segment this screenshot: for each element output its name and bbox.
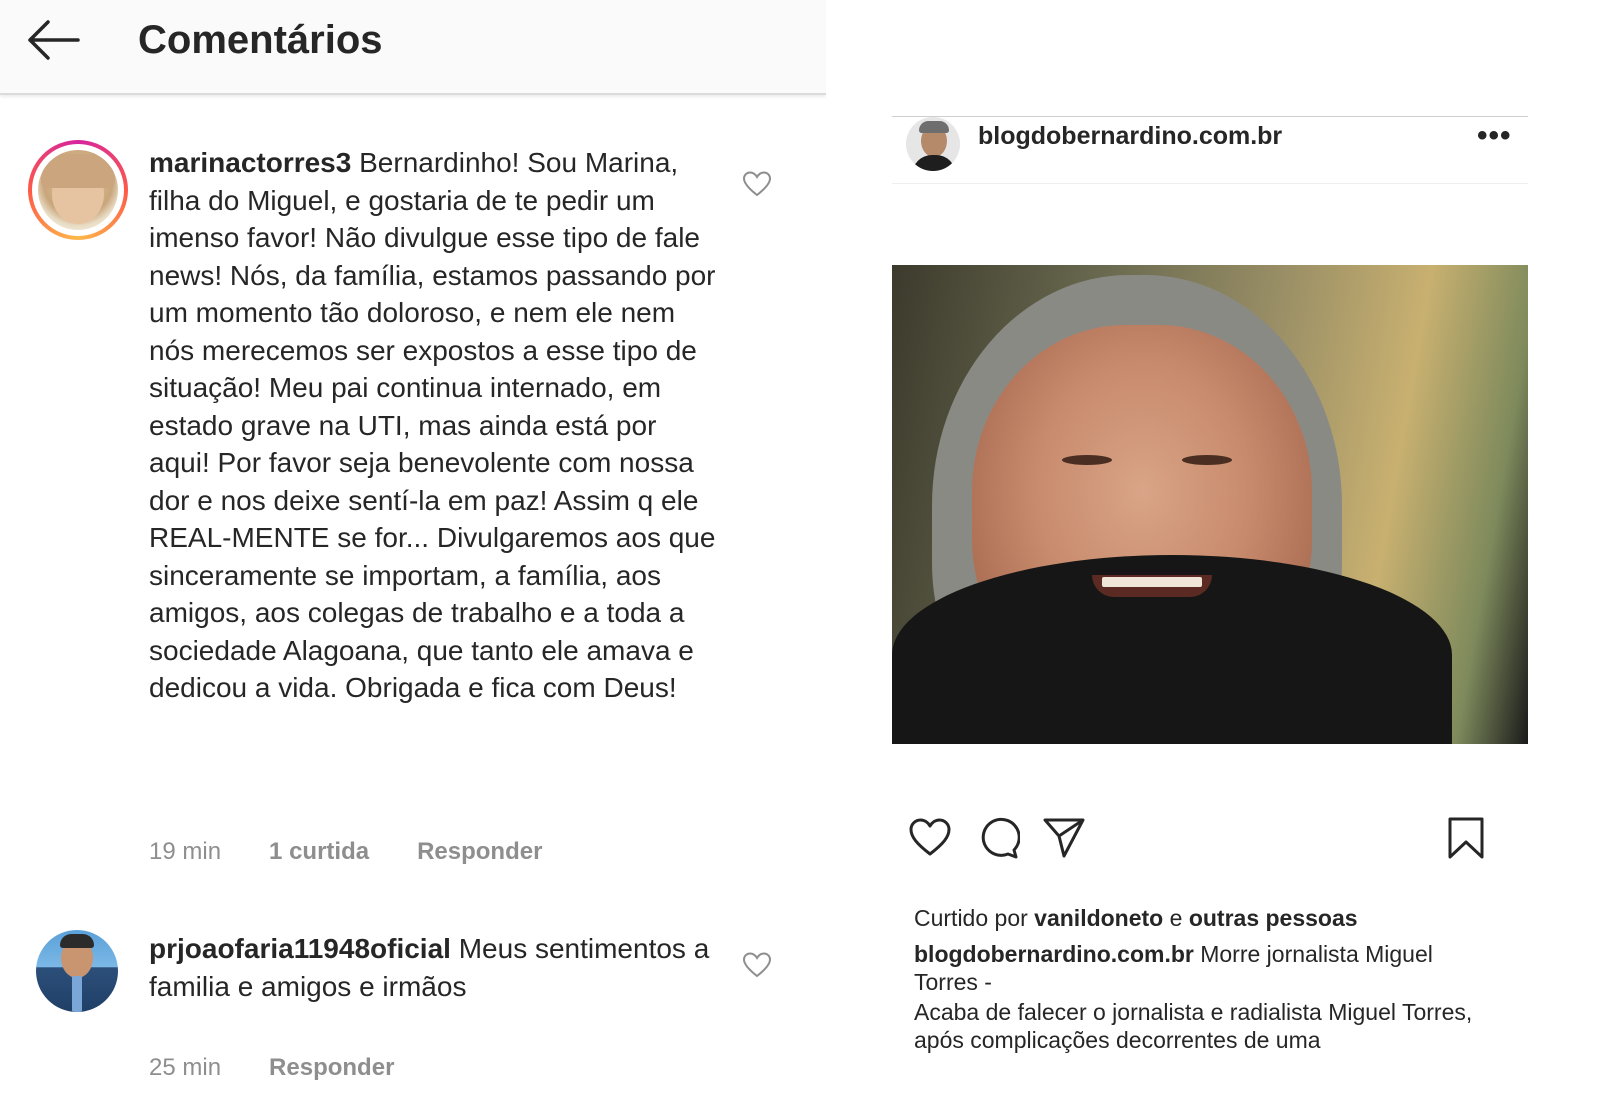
comment-time: 19 min	[149, 838, 222, 865]
post-username[interactable]: blogdobernardino.com.br	[978, 122, 1282, 151]
share-button[interactable]	[1042, 816, 1086, 860]
comment-username[interactable]: prjoaofaria11948oficial	[149, 933, 451, 964]
avatar[interactable]	[36, 930, 118, 1012]
more-icon[interactable]: •••	[1477, 119, 1512, 153]
heart-icon	[742, 171, 772, 197]
post-header: blogdobernardino.com.br •••	[892, 116, 1528, 184]
post: blogdobernardino.com.br ••• Curtido por …	[892, 116, 1528, 1076]
comment-time: 25 min	[149, 1054, 222, 1081]
post-actions	[892, 816, 1528, 868]
reply-button[interactable]: Responder	[269, 1054, 394, 1082]
likes-prefix: Curtido por	[914, 905, 1028, 931]
comment-like-button[interactable]	[742, 951, 772, 979]
comment-text: prjoaofaria11948oficial Meus sentimentos…	[149, 930, 724, 1005]
bookmark-icon	[1448, 817, 1484, 859]
caption-text: Acaba de falecer o jornalista e radialis…	[914, 999, 1473, 1053]
post-panel: blogdobernardino.com.br ••• Curtido por …	[826, 0, 1600, 1096]
likes-connector: e	[1169, 905, 1183, 931]
post-caption: blogdobernardino.com.br Morre jornalista…	[914, 940, 1494, 1054]
liked-by-user[interactable]: vanildoneto	[1034, 905, 1163, 931]
comment-meta: 19 min 1 curtida Responder	[149, 838, 590, 866]
comment-likes[interactable]: 1 curtida	[269, 838, 369, 866]
heart-icon	[742, 952, 772, 978]
share-icon	[1043, 818, 1085, 858]
arrow-left-icon	[28, 20, 80, 60]
comment-text: marinactorres3 Bernardinho! Sou Marina, …	[149, 144, 724, 707]
caption-username[interactable]: blogdobernardino.com.br	[914, 941, 1194, 967]
bookmark-button[interactable]	[1444, 816, 1488, 860]
comment-like-button[interactable]	[742, 170, 772, 198]
comment-icon	[981, 817, 1021, 859]
comment-button[interactable]	[976, 816, 1021, 860]
back-button[interactable]	[24, 16, 84, 66]
avatar[interactable]	[906, 117, 960, 171]
comment-content: Bernardinho! Sou Marina, filha do Miguel…	[149, 147, 716, 703]
post-photo[interactable]	[892, 265, 1528, 744]
page-title: Comentários	[138, 18, 383, 62]
comment-meta: 25 min Responder	[149, 1054, 442, 1082]
comments-header: Comentários	[0, 0, 826, 95]
reply-button[interactable]: Responder	[417, 838, 542, 866]
likes-summary: Curtido por vanildoneto e outras pessoas	[914, 905, 1358, 932]
like-button[interactable]	[908, 816, 952, 860]
comment-username[interactable]: marinactorres3	[149, 147, 351, 178]
comments-panel: Comentários marinactorres3 Bernardinho! …	[0, 0, 826, 1096]
heart-icon	[909, 818, 951, 856]
avatar[interactable]	[28, 140, 128, 240]
likes-others[interactable]: outras pessoas	[1189, 905, 1358, 931]
